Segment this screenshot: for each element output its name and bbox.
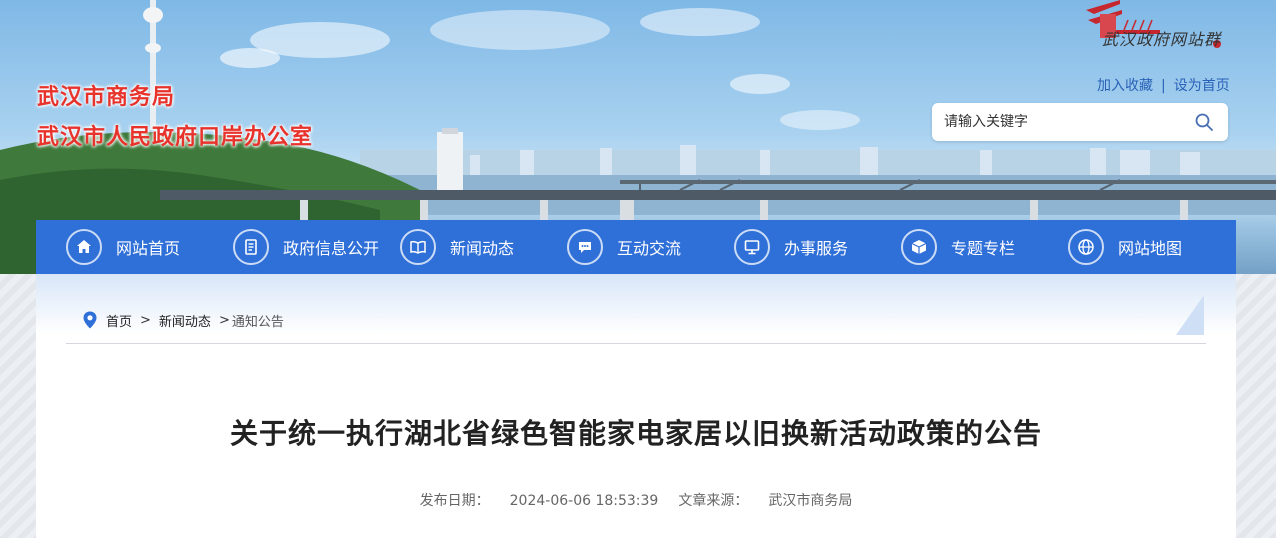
nav-label: 政府信息公开 [283,239,380,258]
search-icon[interactable] [1194,112,1214,132]
book-icon [400,229,436,265]
publish-date-label: 发布日期： [419,493,490,509]
gov-site-group-logo[interactable]: 武汉政府网站群 [1080,0,1230,56]
article-title: 关于统一执行湖北省绿色智能家电家居以旧换新活动政策的公告 [229,417,1042,450]
breadcrumb-current[interactable]: 通知公告 [232,311,284,330]
nav-item-services[interactable]: 办事服务 [734,220,848,274]
article-source: 文章来源： 武汉市商务局 [678,493,852,509]
cube-icon [901,229,937,265]
home-icon [66,229,102,265]
top-links: 加入收藏 | 设为首页 [1097,75,1230,95]
nav-label: 新闻动态 [450,239,515,258]
article-meta: 发布日期： 2024-06-06 18:53:39 文章来源： 武汉市商务局 [36,490,1236,510]
breadcrumb: 首页 > 新闻动态 > 通知公告 [80,310,284,330]
main-nav: 网站首页 政府信息公开 新闻动态 互动交流 办事服务 专题专栏 网站地图 [36,220,1236,274]
nav-label: 互动交流 [617,239,682,258]
monitor-icon [734,229,770,265]
article-source-label: 文章来源： [678,493,749,509]
nav-label: 办事服务 [784,239,849,258]
globe-icon [1068,229,1104,265]
page-side-background-right [1236,274,1276,538]
site-title-line2: 武汉市人民政府口岸办公室 [37,125,314,150]
article-source-value: 武汉市商务局 [768,493,853,509]
chat-icon [567,229,603,265]
page-side-background-left [0,274,36,538]
nav-item-gov-info[interactable]: 政府信息公开 [233,220,379,274]
document-icon [233,229,269,265]
nav-label: 专题专栏 [951,239,1016,258]
publish-date-value: 2024-06-06 18:53:39 [509,493,659,509]
add-favorite-link[interactable]: 加入收藏 [1097,78,1153,94]
site-title-line1: 武汉市商务局 [37,85,176,110]
nav-item-interaction[interactable]: 互动交流 [567,220,681,274]
breadcrumb-separator: > [218,312,230,328]
breadcrumb-separator: > [140,312,151,328]
search-box [932,103,1228,141]
breadcrumb-divider [66,343,1206,344]
set-homepage-link[interactable]: 设为首页 [1174,78,1230,94]
nav-label: 网站地图 [1118,239,1183,258]
site-group-logo-text: 武汉政府网站群 [1102,30,1222,49]
corner-decoration-icon [1176,295,1204,335]
location-pin-icon [83,311,97,329]
nav-item-sitemap[interactable]: 网站地图 [1068,220,1182,274]
link-separator: | [1161,78,1166,94]
search-input[interactable] [944,111,1184,133]
publish-date: 发布日期： 2024-06-06 18:53:39 [420,493,659,509]
nav-item-news[interactable]: 新闻动态 [400,220,514,274]
breadcrumb-news-link[interactable]: 新闻动态 [159,311,211,330]
breadcrumb-home-link[interactable]: 首页 [106,311,132,330]
nav-item-special-topics[interactable]: 专题专栏 [901,220,1015,274]
nav-item-home[interactable]: 网站首页 [66,220,180,274]
nav-label: 网站首页 [116,239,181,258]
